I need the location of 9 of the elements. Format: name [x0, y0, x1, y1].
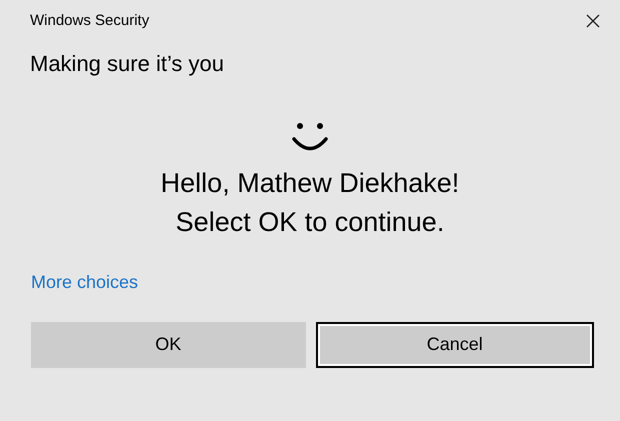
close-icon	[586, 14, 600, 28]
dialog-heading: Making sure it’s you	[29, 50, 226, 78]
message-text: Hello, Mathew Diekhake!	[160, 166, 460, 200]
smiley-icon	[291, 122, 329, 152]
window-title: Windows Security	[30, 11, 150, 31]
dialog-button[interactable]: Cancel	[316, 322, 594, 368]
dialog-button[interactable]: OK	[31, 322, 306, 368]
message-text: Select OK to continue.	[176, 206, 444, 238]
more-choices-link[interactable]: More choices	[31, 272, 138, 292]
